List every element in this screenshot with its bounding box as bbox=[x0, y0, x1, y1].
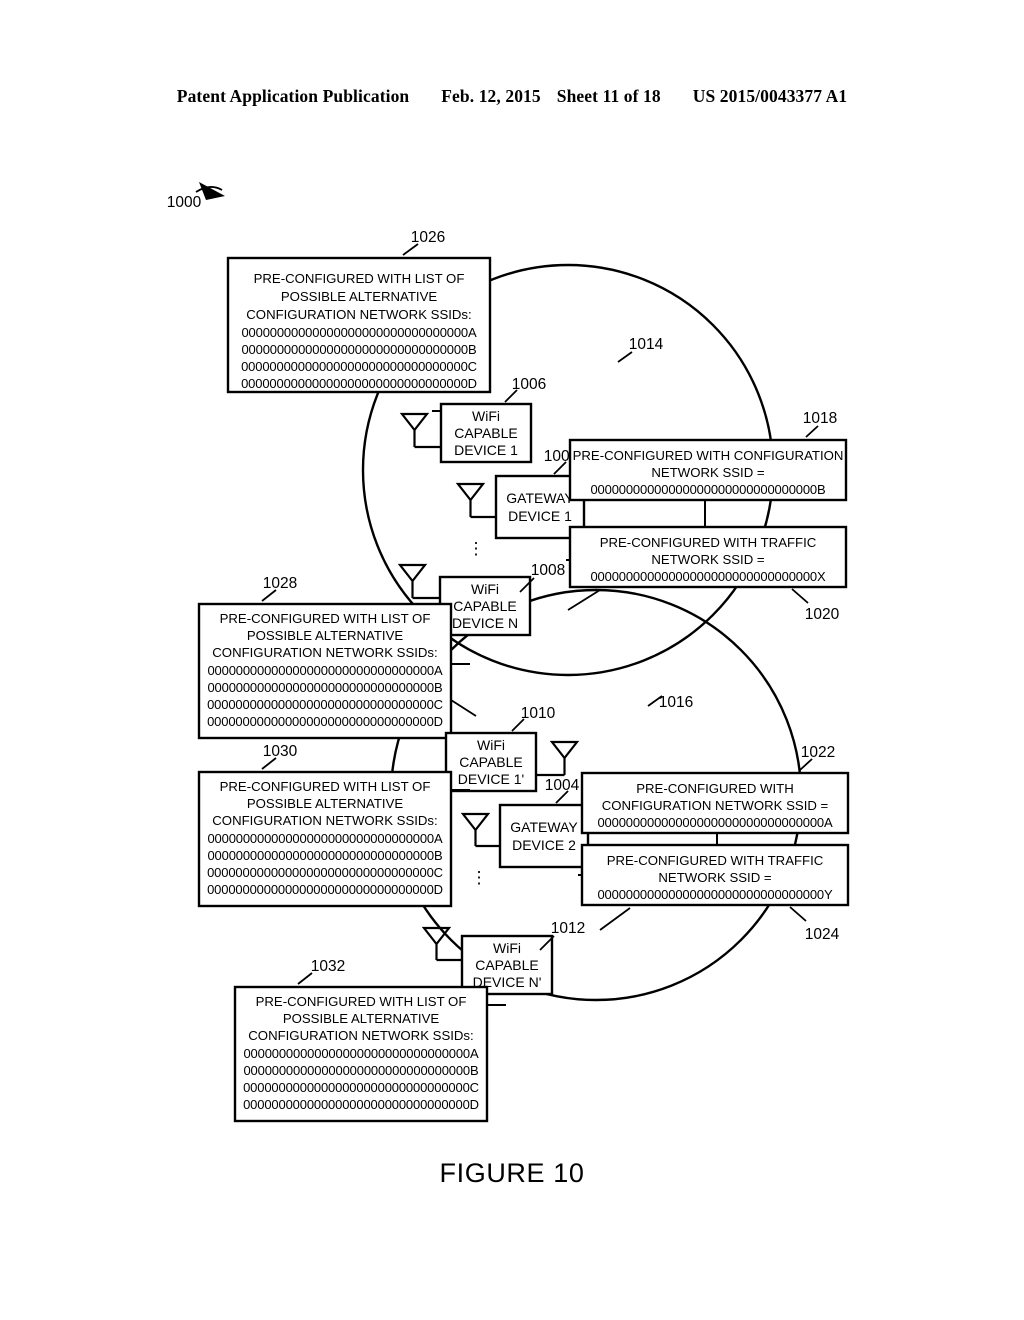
antenna-device-1010 bbox=[536, 740, 580, 777]
gateway-1002-ellipsis: ⋮ bbox=[468, 539, 485, 558]
box-1022-line1: PRE-CONFIGURED WITH bbox=[636, 781, 794, 796]
box-1028-line2: POSSIBLE ALTERNATIVE bbox=[247, 628, 404, 643]
box-1028-ssid-b: 00000000000000000000000000000000B bbox=[207, 680, 442, 695]
box-1032-alt-ssid-list: 1032 PRE-CONFIGURED WITH LIST OF POSSIBL… bbox=[233, 958, 489, 1123]
box-ref-1022: 1022 bbox=[801, 744, 835, 761]
device-1006-line2: CAPABLE bbox=[454, 425, 518, 441]
coverage-1014-leader: 1014 bbox=[617, 336, 664, 363]
antenna-device-1006 bbox=[399, 412, 441, 449]
box-1026-line2: POSSIBLE ALTERNATIVE bbox=[281, 289, 438, 304]
diagram-ref-label: 1000 bbox=[167, 194, 202, 211]
gateway-1002-line2: DEVICE 1 bbox=[508, 508, 572, 524]
box-1026-ssid-d: 00000000000000000000000000000000D bbox=[241, 376, 477, 391]
patent-figure-page: Patent Application Publication Feb. 12, … bbox=[0, 0, 1024, 1320]
link-1028-diag bbox=[450, 699, 477, 717]
gateway-1004-line2: DEVICE 2 bbox=[512, 837, 576, 853]
leader-decor-2 bbox=[599, 907, 631, 931]
leader-decor-1 bbox=[567, 589, 601, 611]
box-1022-configuration-ssid: 1022 PRE-CONFIGURED WITH CONFIGURATION N… bbox=[580, 744, 850, 835]
coverage-label-1014: 1014 bbox=[629, 336, 664, 353]
box-1026-line3: CONFIGURATION NETWORK SSIDs: bbox=[246, 307, 471, 322]
device-1008-line3: DEVICE N bbox=[452, 615, 518, 631]
box-1030-line2: POSSIBLE ALTERNATIVE bbox=[247, 796, 404, 811]
box-1026-ssid-a: 00000000000000000000000000000000A bbox=[241, 325, 477, 340]
box-ref-1004: 1004 bbox=[545, 777, 580, 794]
box-ref-1020: 1020 bbox=[805, 606, 840, 623]
box-1020-ssid: 00000000000000000000000000000000X bbox=[590, 569, 826, 584]
box-1024-line2: NETWORK SSID = bbox=[658, 870, 772, 885]
box-device-1008: 1008 WiFi CAPABLE DEVICE N bbox=[438, 562, 565, 637]
device-1006-line1: WiFi bbox=[472, 408, 500, 424]
box-1030-ssid-c: 00000000000000000000000000000000C bbox=[207, 865, 443, 880]
box-1026-ssid-b: 00000000000000000000000000000000B bbox=[241, 342, 476, 357]
box-1030-ssid-b: 00000000000000000000000000000000B bbox=[207, 848, 442, 863]
box-1030-line3: CONFIGURATION NETWORK SSIDs: bbox=[212, 813, 437, 828]
antenna-gateway-1002 bbox=[455, 482, 496, 519]
figure-caption: FIGURE 10 bbox=[439, 1158, 585, 1188]
box-1020-traffic-ssid: 1020 PRE-CONFIGURED WITH TRAFFIC NETWORK… bbox=[568, 525, 848, 623]
box-ref-1008: 1008 bbox=[531, 562, 565, 579]
device-1012-line1: WiFi bbox=[493, 940, 521, 956]
device-1010-line3: DEVICE 1' bbox=[458, 771, 524, 787]
gateway-1002-line1: GATEWAY bbox=[506, 490, 574, 506]
gateway-1004-ellipsis: ⋮ bbox=[471, 868, 488, 887]
device-1008-line2: CAPABLE bbox=[453, 598, 517, 614]
antenna-device-1008 bbox=[397, 563, 440, 600]
gateway-1004-line1: GATEWAY bbox=[510, 819, 578, 835]
box-ref-1018: 1018 bbox=[803, 410, 837, 427]
box-ref-1024: 1024 bbox=[805, 926, 840, 943]
box-1018-configuration-ssid: 1018 PRE-CONFIGURED WITH CONFIGURATION N… bbox=[568, 410, 848, 502]
box-1032-ssid-b: 00000000000000000000000000000000B bbox=[243, 1063, 478, 1078]
box-1032-ssid-d: 00000000000000000000000000000000D bbox=[243, 1097, 479, 1112]
box-1030-line1: PRE-CONFIGURED WITH LIST OF bbox=[220, 779, 431, 794]
box-1022-line2: CONFIGURATION NETWORK SSID = bbox=[602, 798, 829, 813]
box-1026-ssid-c: 00000000000000000000000000000000C bbox=[241, 359, 477, 374]
box-1024-line1: PRE-CONFIGURED WITH TRAFFIC bbox=[607, 853, 824, 868]
box-1022-ssid: 00000000000000000000000000000000A bbox=[597, 815, 833, 830]
box-1028-line3: CONFIGURATION NETWORK SSIDs: bbox=[212, 645, 437, 660]
box-1026-alt-ssid-list: 1026 PRE-CONFIGURED WITH LIST OF POSSIBL… bbox=[226, 229, 492, 394]
box-1032-ssid-a: 00000000000000000000000000000000A bbox=[243, 1046, 479, 1061]
box-1018-ssid: 00000000000000000000000000000000B bbox=[590, 482, 825, 497]
box-device-1010: 1010 WiFi CAPABLE DEVICE 1' bbox=[444, 705, 556, 793]
box-1032-line2: POSSIBLE ALTERNATIVE bbox=[283, 1011, 440, 1026]
box-1032-line3: CONFIGURATION NETWORK SSIDs: bbox=[248, 1028, 473, 1043]
box-1032-ssid-c: 00000000000000000000000000000000C bbox=[243, 1080, 479, 1095]
box-1020-line1: PRE-CONFIGURED WITH TRAFFIC bbox=[600, 535, 817, 550]
box-1020-line2: NETWORK SSID = bbox=[651, 552, 765, 567]
box-1030-ssid-d: 00000000000000000000000000000000D bbox=[207, 882, 443, 897]
device-1010-line2: CAPABLE bbox=[459, 754, 523, 770]
device-1012-line2: CAPABLE bbox=[475, 957, 539, 973]
coverage-label-1016: 1016 bbox=[659, 694, 693, 711]
box-ref-1028: 1028 bbox=[263, 575, 297, 592]
box-ref-1026: 1026 bbox=[411, 229, 445, 246]
box-1032-line1: PRE-CONFIGURED WITH LIST OF bbox=[256, 994, 467, 1009]
box-1030-alt-ssid-list: 1030 PRE-CONFIGURED WITH LIST OF POSSIBL… bbox=[197, 743, 453, 908]
antenna-gateway-1004 bbox=[460, 812, 500, 848]
box-1018-line2: NETWORK SSID = bbox=[651, 465, 765, 480]
box-1028-ssid-c: 00000000000000000000000000000000C bbox=[207, 697, 443, 712]
box-1028-ssid-d: 00000000000000000000000000000000D bbox=[207, 714, 443, 729]
figure-drawing: 1000 1014 1016 1026 PRE-CONFIGURED WITH … bbox=[167, 182, 850, 1123]
box-ref-1010: 1010 bbox=[521, 705, 556, 722]
box-1026-line1: PRE-CONFIGURED WITH LIST OF bbox=[254, 271, 465, 286]
device-1010-line1: WiFi bbox=[477, 737, 505, 753]
box-1028-alt-ssid-list: 1028 PRE-CONFIGURED WITH LIST OF POSSIBL… bbox=[197, 575, 453, 740]
box-device-1012: 1012 WiFi CAPABLE DEVICE N' bbox=[460, 920, 585, 996]
device-1006-line3: DEVICE 1 bbox=[454, 442, 518, 458]
box-ref-1012: 1012 bbox=[551, 920, 585, 937]
box-ref-1006: 1006 bbox=[512, 376, 546, 393]
box-1018-line1: PRE-CONFIGURED WITH CONFIGURATION bbox=[573, 448, 844, 463]
box-1028-line1: PRE-CONFIGURED WITH LIST OF bbox=[220, 611, 431, 626]
box-1024-ssid: 00000000000000000000000000000000Y bbox=[597, 887, 833, 902]
coverage-1016-leader: 1016 bbox=[647, 694, 693, 711]
box-1024-traffic-ssid: 1024 PRE-CONFIGURED WITH TRAFFIC NETWORK… bbox=[580, 843, 850, 943]
box-1028-ssid-a: 00000000000000000000000000000000A bbox=[207, 663, 443, 678]
device-1008-line1: WiFi bbox=[471, 581, 499, 597]
box-ref-1030: 1030 bbox=[263, 743, 298, 760]
box-ref-1032: 1032 bbox=[311, 958, 345, 975]
box-1030-ssid-a: 00000000000000000000000000000000A bbox=[207, 831, 443, 846]
diagram-reference-1000: 1000 bbox=[167, 182, 225, 211]
